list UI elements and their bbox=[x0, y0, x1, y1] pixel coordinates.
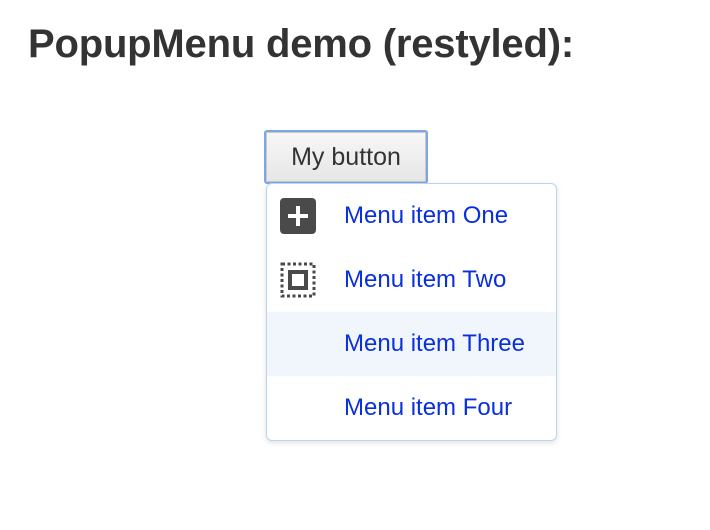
select-all-icon bbox=[280, 262, 316, 298]
menu-item-three[interactable]: Menu item Three bbox=[267, 312, 556, 376]
page-title: PopupMenu demo (restyled): bbox=[28, 22, 574, 66]
popup-menu: Menu item One Menu item Two Menu item Th… bbox=[266, 183, 557, 441]
menu-item-two[interactable]: Menu item Two bbox=[267, 248, 556, 312]
menu-item-one[interactable]: Menu item One bbox=[267, 184, 556, 248]
menu-item-four[interactable]: Menu item Four bbox=[267, 376, 556, 440]
add-icon bbox=[280, 198, 316, 234]
menu-item-label: Menu item Two bbox=[344, 266, 507, 293]
menu-item-label: Menu item Three bbox=[344, 330, 525, 357]
menu-item-label: Menu item Four bbox=[344, 394, 513, 421]
my-button[interactable]: My button bbox=[264, 130, 428, 184]
menu-item-label: Menu item One bbox=[344, 202, 509, 229]
